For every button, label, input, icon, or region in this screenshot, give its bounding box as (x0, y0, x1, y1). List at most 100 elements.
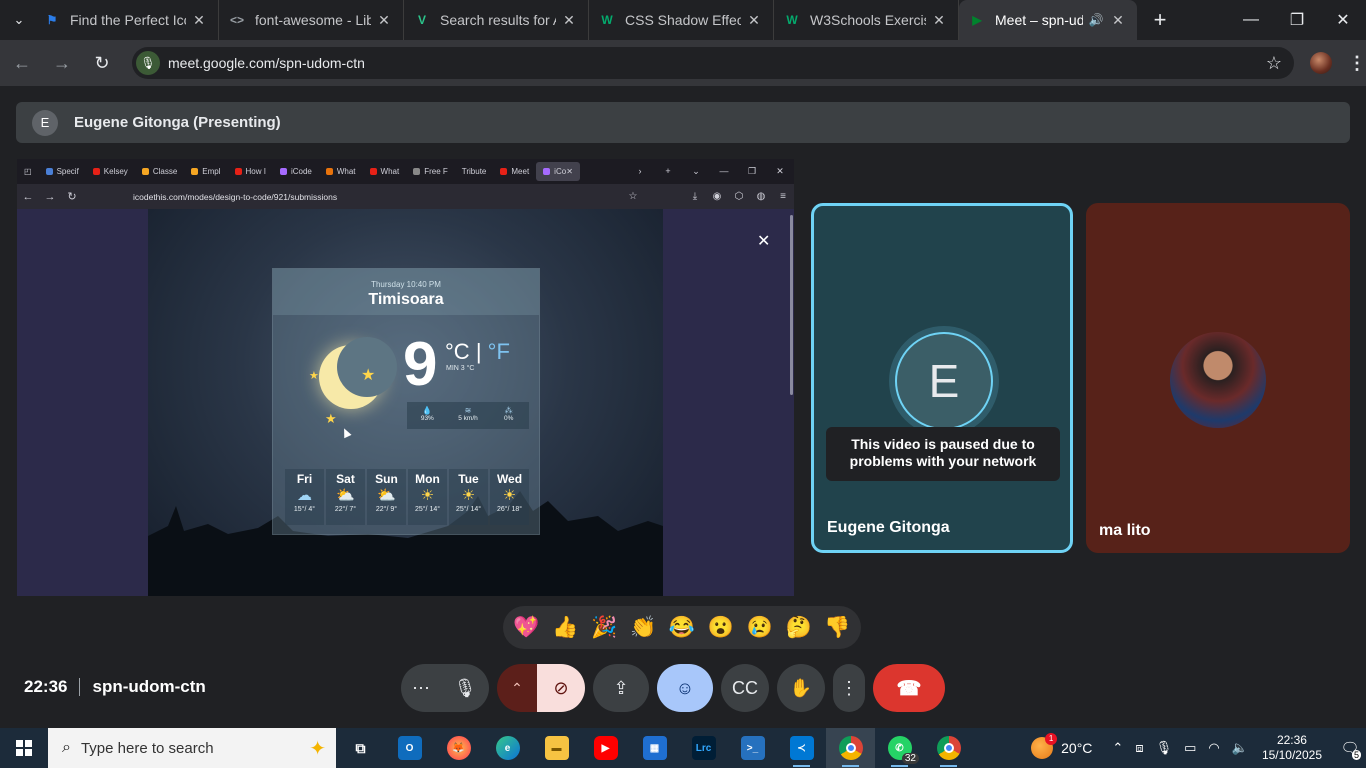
reaction-clap[interactable]: 👏 (625, 616, 661, 640)
reaction-thumbs-up[interactable]: 👍 (547, 616, 583, 640)
wifi-icon[interactable]: ◠ (1208, 740, 1219, 756)
close-icon[interactable]: ✕ (190, 12, 208, 29)
reaction-thinking[interactable]: 🤔 (781, 616, 817, 640)
browser-tab-1[interactable]: <> font-awesome - Libra ✕ (219, 0, 404, 40)
weather-widget[interactable]: 1 20°C (1031, 733, 1093, 759)
system-tray: 1 20°C ⌃ ⧈ 🎙 ▭ ◠ 🔈 22:36 15/10/2025 🗨 5 (1031, 728, 1366, 768)
chrome-app[interactable] (826, 728, 875, 768)
reaction-sad[interactable]: 😢 (742, 616, 778, 640)
reaction-party[interactable]: 🎉 (586, 616, 622, 640)
sun-icon: ☀ (502, 487, 517, 504)
shared-back-icon: ← (22, 190, 34, 203)
meet-present-icon[interactable]: ⧈ (1135, 740, 1143, 756)
microphone-button[interactable]: 🎙 (441, 664, 489, 712)
reaction-heart[interactable]: 💖 (508, 616, 544, 640)
weather-units: °C | °F (445, 339, 510, 365)
unit-fahrenheit: °F (487, 339, 510, 364)
more-options-button[interactable]: ⋮ (833, 664, 865, 712)
w3-icon: W (601, 13, 613, 27)
taskbar-search[interactable]: ⌕ Type here to search ✦ (48, 728, 336, 768)
participant-tile-malito[interactable]: ma lito (1086, 203, 1350, 553)
participant-tile-eugene[interactable]: E This video is paused due to problems w… (811, 203, 1073, 553)
clock[interactable]: 22:36 15/10/2025 (1262, 733, 1322, 763)
reaction-laugh[interactable]: 😂 (664, 616, 700, 640)
reactions-button[interactable]: ☺ (657, 664, 713, 712)
speaker-icon: 🔊 (1088, 13, 1104, 27)
divider (79, 678, 81, 696)
microphone-icon[interactable]: 🎙 (136, 51, 160, 75)
microphone-icon[interactable]: 🎙 (1156, 740, 1173, 756)
meeting-info: 22:36 spn-udom-ctn (24, 677, 206, 697)
camera-off-button[interactable]: ⊘ (537, 664, 585, 712)
shared-page: Thursday 10:40 PM Timisoara ★ ★ ★ 9 °C |… (17, 209, 794, 596)
back-button[interactable]: ← (4, 45, 40, 81)
present-screen-button[interactable]: ⇪ (593, 664, 649, 712)
close-window-button[interactable]: ✕ (1320, 0, 1366, 40)
firefox-app[interactable]: 🦊 (434, 728, 483, 768)
browser-tab-active[interactable]: ▶ Meet – spn-udom 🔊 ✕ (959, 0, 1137, 40)
notification-center[interactable]: 🗨 5 (1334, 728, 1366, 768)
file-explorer-app[interactable]: ▬ (532, 728, 581, 768)
new-tab-button[interactable]: + (1145, 5, 1175, 35)
reload-button[interactable]: ↻ (84, 45, 120, 81)
presenting-banner: E Eugene Gitonga (Presenting) (16, 102, 1350, 143)
shared-window-controls: › + ⌄ — ❐ ✕ (638, 166, 784, 176)
forward-button[interactable]: → (44, 45, 80, 81)
bookmark-star-icon[interactable]: ☆ (1266, 53, 1282, 74)
windows-logo-icon (16, 740, 32, 756)
weather-city: Timisoara (368, 291, 444, 308)
presenter-label: Eugene Gitonga (Presenting) (74, 114, 281, 131)
precip-stat: ⁂ 0% (488, 402, 529, 429)
outlook-app[interactable]: O (385, 728, 434, 768)
whatsapp-app[interactable]: ✆ 32 (875, 728, 924, 768)
browser-tab-2[interactable]: V Search results for Adi ✕ (404, 0, 589, 40)
clock-time: 22:36 (1276, 733, 1307, 747)
meeting-time: 22:36 (24, 677, 68, 696)
minimize-button[interactable]: — (1228, 0, 1274, 40)
raise-hand-button[interactable]: ✋ (777, 664, 825, 712)
rain-icon: ⁂ (504, 406, 513, 415)
browser-menu-icon[interactable]: ⋮ (1348, 53, 1366, 74)
chrome-app-2[interactable] (924, 728, 973, 768)
forecast-day: Wed ☀ 26°/ 18° (490, 469, 529, 525)
store-app[interactable]: ▦ (630, 728, 679, 768)
battery-icon[interactable]: ▭ (1184, 740, 1196, 756)
shared-tab-active: iCo ✕ (536, 162, 580, 181)
task-view-button[interactable]: ⧉ (336, 728, 385, 768)
close-icon[interactable]: ✕ (375, 12, 393, 29)
profile-avatar[interactable] (1310, 52, 1332, 74)
close-icon[interactable]: ✕ (745, 12, 763, 29)
captions-button[interactable]: CC (721, 664, 769, 712)
more-audio-options-button[interactable]: ⋯ (401, 664, 441, 712)
chevron-up-icon[interactable]: ⌃ (1112, 740, 1123, 756)
leave-call-button[interactable]: ☎ (873, 664, 945, 712)
close-icon[interactable]: ✕ (1109, 12, 1127, 29)
weather-temp: 20°C (1061, 740, 1093, 756)
browser-tab-3[interactable]: W CSS Shadow Effects ✕ (589, 0, 774, 40)
camera-options-chevron-icon[interactable]: ⌃ (497, 664, 537, 712)
forecast-day: Mon ☀ 25°/ 14° (408, 469, 447, 525)
start-button[interactable] (0, 728, 48, 768)
edge-app[interactable]: e (483, 728, 532, 768)
sun-icon: ☀ (420, 487, 435, 504)
shared-tab: iCode (273, 159, 319, 184)
shared-page-margin-left (17, 209, 148, 596)
lightroom-app[interactable]: Lrc (679, 728, 728, 768)
powershell-app[interactable]: >_ (728, 728, 777, 768)
meeting-code[interactable]: spn-udom-ctn (92, 677, 205, 697)
meet-stage: E Eugene Gitonga (Presenting) ◰ Specif K… (0, 86, 1366, 726)
vscode-app[interactable]: ≺ (777, 728, 826, 768)
close-icon[interactable]: ✕ (930, 12, 948, 29)
meet-icon: ▶ (972, 13, 982, 27)
browser-tab-4[interactable]: W W3Schools Exercise ✕ (774, 0, 959, 40)
url-text[interactable]: meet.google.com/spn-udom-ctn (168, 55, 365, 71)
reaction-thumbs-down[interactable]: 👎 (819, 616, 855, 640)
close-icon[interactable]: ✕ (560, 12, 578, 29)
address-bar[interactable]: 🎙 meet.google.com/spn-udom-ctn ☆ (132, 47, 1294, 79)
tab-search-button[interactable]: ⌄ (4, 5, 34, 35)
volume-icon[interactable]: 🔈 (1232, 740, 1248, 756)
browser-tab-0[interactable]: ⚑ Find the Perfect Icon ✕ (34, 0, 219, 40)
youtube-app[interactable]: ▶ (581, 728, 630, 768)
restore-button[interactable]: ❐ (1274, 0, 1320, 40)
reaction-surprised[interactable]: 😮 (703, 616, 739, 640)
